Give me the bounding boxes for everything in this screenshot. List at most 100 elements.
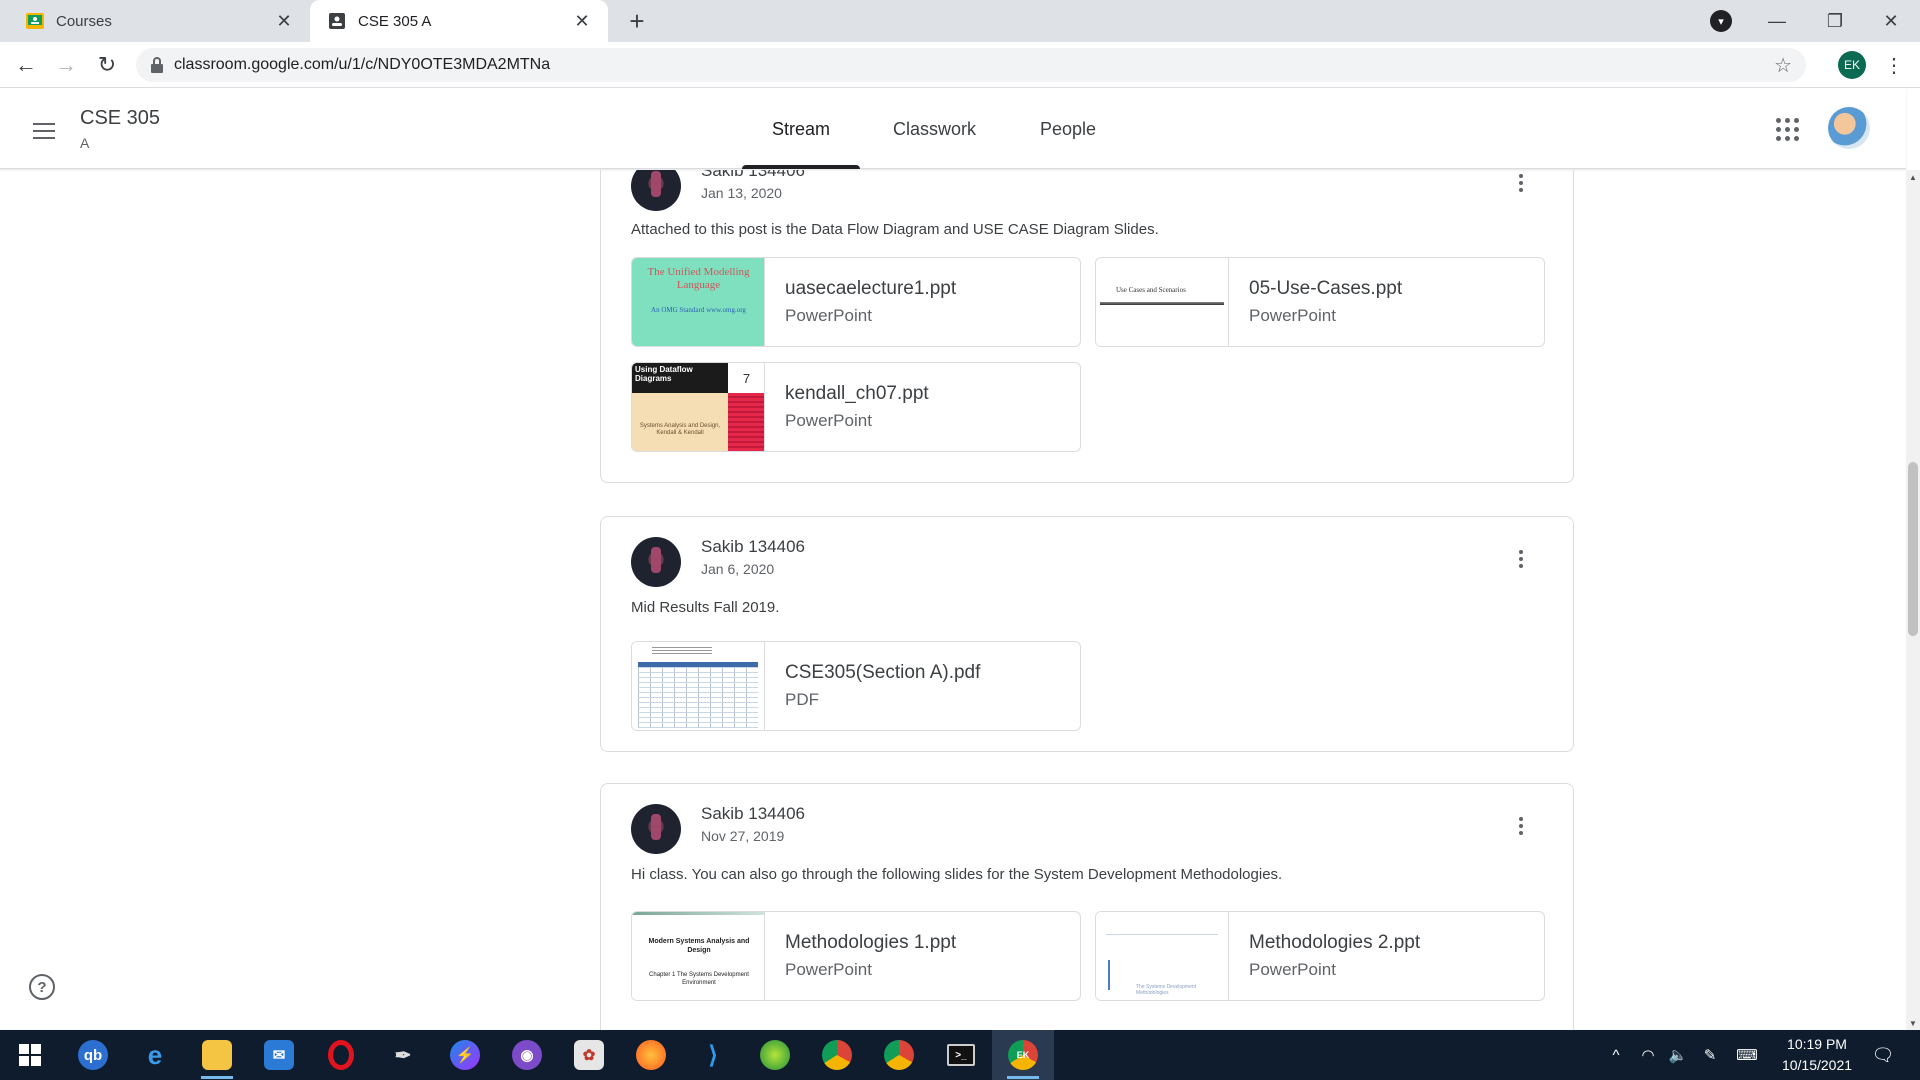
thumbnail-title: The Unified Modelling Language: [647, 266, 750, 292]
help-icon[interactable]: ?: [29, 974, 55, 1000]
volume-icon[interactable]: 🔈: [1664, 1030, 1692, 1080]
more-options-icon[interactable]: [1509, 812, 1533, 840]
url-text: classroom.google.com/u/1/c/NDY0OTE3MDA2M…: [174, 56, 551, 73]
window-close-icon[interactable]: ✕: [1862, 0, 1920, 42]
author-avatar: [631, 170, 681, 211]
inkscape-icon[interactable]: ✒: [383, 1035, 423, 1075]
post-date: Jan 6, 2020: [701, 561, 775, 577]
post-date: Jan 13, 2020: [701, 185, 782, 201]
address-bar[interactable]: classroom.google.com/u/1/c/NDY0OTE3MDA2M…: [136, 48, 1806, 82]
attachment-card[interactable]: Use Cases and Scenarios 05-Use-Cases.ppt…: [1095, 257, 1545, 347]
clock-time: 10:19 PM: [1787, 1036, 1847, 1052]
restore-icon[interactable]: ❐: [1806, 0, 1864, 42]
forward-icon[interactable]: →: [50, 49, 82, 81]
attachment-thumbnail: The Unified Modelling Language An OMG St…: [632, 258, 765, 346]
author-avatar: [631, 537, 681, 587]
classroom-header: CSE 305 A Stream Classwork People: [0, 89, 1906, 169]
post-body: Hi class. You can also go through the fo…: [631, 866, 1283, 883]
chrome-profile-icon[interactable]: [817, 1035, 857, 1075]
file-explorer-icon[interactable]: [197, 1035, 237, 1079]
attachment-name: Methodologies 2.ppt: [1249, 932, 1421, 953]
messenger-icon[interactable]: ⚡: [445, 1035, 485, 1075]
attachment-type: PowerPoint: [1249, 960, 1336, 979]
keyboard-icon[interactable]: ⌨: [1732, 1030, 1762, 1080]
attachment-type: PDF: [785, 690, 819, 709]
post-author: Sakib 134406: [701, 170, 805, 180]
tab-people[interactable]: People: [1040, 89, 1096, 169]
attachment-card[interactable]: CSE305(Section A).pdf PDF: [631, 641, 1081, 731]
show-hidden-icons-icon[interactable]: ^: [1602, 1030, 1630, 1080]
clock-date: 10/15/2021: [1781, 1057, 1853, 1073]
vscode-icon[interactable]: ⟩: [693, 1035, 733, 1075]
github-desktop-icon[interactable]: ◉: [507, 1035, 547, 1075]
classroom-icon: [328, 12, 346, 30]
pen-icon[interactable]: ✎: [1696, 1030, 1724, 1080]
attachment-thumbnail: Using Dataflow Diagrams 7 Systems Analys…: [632, 363, 765, 451]
bookmark-star-icon[interactable]: ☆: [1774, 53, 1792, 78]
minimize-icon[interactable]: —: [1748, 0, 1806, 42]
more-options-icon[interactable]: [1509, 545, 1533, 573]
browser-tab-courses[interactable]: Courses ✕: [8, 0, 310, 42]
thumbnail-number: 7: [728, 363, 764, 393]
attachment-card[interactable]: Modern Systems Analysis and Design Chapt…: [631, 911, 1081, 1001]
google-apps-icon[interactable]: [1773, 115, 1801, 143]
tab-search-icon[interactable]: ▾: [1710, 10, 1732, 32]
edge-icon[interactable]: e: [135, 1035, 175, 1075]
attachment-thumbnail: Use Cases and Scenarios: [1096, 258, 1229, 346]
chrome-ek-icon[interactable]: EK: [1003, 1035, 1043, 1079]
thumbnail-subtitle: Chapter 1 The Systems Development Enviro…: [649, 972, 749, 986]
more-options-icon[interactable]: [1509, 170, 1533, 197]
class-section: A: [80, 135, 90, 151]
close-icon[interactable]: ✕: [270, 7, 298, 35]
attachment-name: uasecaelecture1.ppt: [785, 278, 957, 299]
scroll-up-icon[interactable]: ▲: [1906, 170, 1920, 184]
opera-icon[interactable]: [321, 1035, 361, 1075]
wifi-icon[interactable]: ◠: [1634, 1030, 1662, 1080]
scrollbar-thumb[interactable]: [1908, 462, 1918, 636]
thumbnail-title: Modern Systems Analysis and Design: [648, 938, 750, 954]
windows-start-icon[interactable]: [10, 1035, 50, 1075]
windows-taskbar: qb e ✉ ✒ ⚡ ◉ ✿ ⟩ >_ EK ^ ◠ 🔈 ✎ ⌨ 10:19 P…: [0, 1030, 1920, 1080]
tab-classwork[interactable]: Classwork: [893, 89, 976, 169]
attachment-name: 05-Use-Cases.ppt: [1249, 278, 1403, 299]
firefox-icon[interactable]: [631, 1035, 671, 1075]
class-title[interactable]: CSE 305: [80, 107, 160, 130]
chrome-icon[interactable]: [879, 1035, 919, 1075]
browser-tab-cse305[interactable]: CSE 305 A ✕: [310, 0, 608, 42]
post-author: Sakib 134406: [701, 804, 805, 823]
stream-content: ? Sakib 134406 Jan 13, 2020 Attached to …: [0, 170, 1906, 1030]
taskbar-clock[interactable]: 10:19 PM 10/15/2021: [1762, 1034, 1872, 1076]
attachment-name: CSE305(Section A).pdf: [785, 662, 981, 683]
reload-icon[interactable]: ↻: [91, 49, 123, 81]
chrome-menu-icon[interactable]: ⋮: [1880, 51, 1908, 79]
page-scrollbar[interactable]: ▲ ▼: [1906, 170, 1920, 1030]
chrome-profile-avatar[interactable]: EK: [1838, 51, 1866, 79]
search-qb-icon[interactable]: qb: [73, 1035, 113, 1075]
back-icon[interactable]: ←: [10, 49, 42, 81]
post-body: Attached to this post is the Data Flow D…: [631, 221, 1159, 238]
terminal-icon[interactable]: >_: [941, 1035, 981, 1075]
paint-icon[interactable]: ✿: [569, 1035, 609, 1075]
attachment-card[interactable]: The Systems Development Methodologies Me…: [1095, 911, 1545, 1001]
attachment-type: PowerPoint: [785, 411, 872, 430]
lock-icon: [151, 57, 163, 73]
attachment-thumbnail: [632, 642, 765, 730]
new-tab-button[interactable]: +: [622, 6, 652, 36]
account-avatar[interactable]: [1828, 107, 1870, 149]
coreldraw-icon[interactable]: [755, 1035, 795, 1075]
attachment-type: PowerPoint: [785, 960, 872, 979]
main-menu-icon[interactable]: [28, 115, 60, 147]
attachment-card[interactable]: The Unified Modelling Language An OMG St…: [631, 257, 1081, 347]
classroom-icon: [26, 12, 44, 30]
attachment-card[interactable]: Using Dataflow Diagrams 7 Systems Analys…: [631, 362, 1081, 452]
close-icon[interactable]: ✕: [568, 7, 596, 35]
attachment-type: PowerPoint: [1249, 306, 1336, 325]
notifications-icon[interactable]: 🗨: [1866, 1030, 1900, 1080]
post-author: Sakib 134406: [701, 537, 805, 556]
mail-icon[interactable]: ✉: [259, 1035, 299, 1075]
browser-toolbar: ← → ↻ classroom.google.com/u/1/c/NDY0OTE…: [0, 42, 1920, 88]
stream-post: Sakib 134406 Nov 27, 2019 Hi class. You …: [600, 783, 1574, 1030]
scroll-down-icon[interactable]: ▼: [1906, 1016, 1920, 1030]
attachment-name: kendall_ch07.ppt: [785, 383, 929, 404]
tab-stream[interactable]: Stream: [741, 89, 861, 169]
